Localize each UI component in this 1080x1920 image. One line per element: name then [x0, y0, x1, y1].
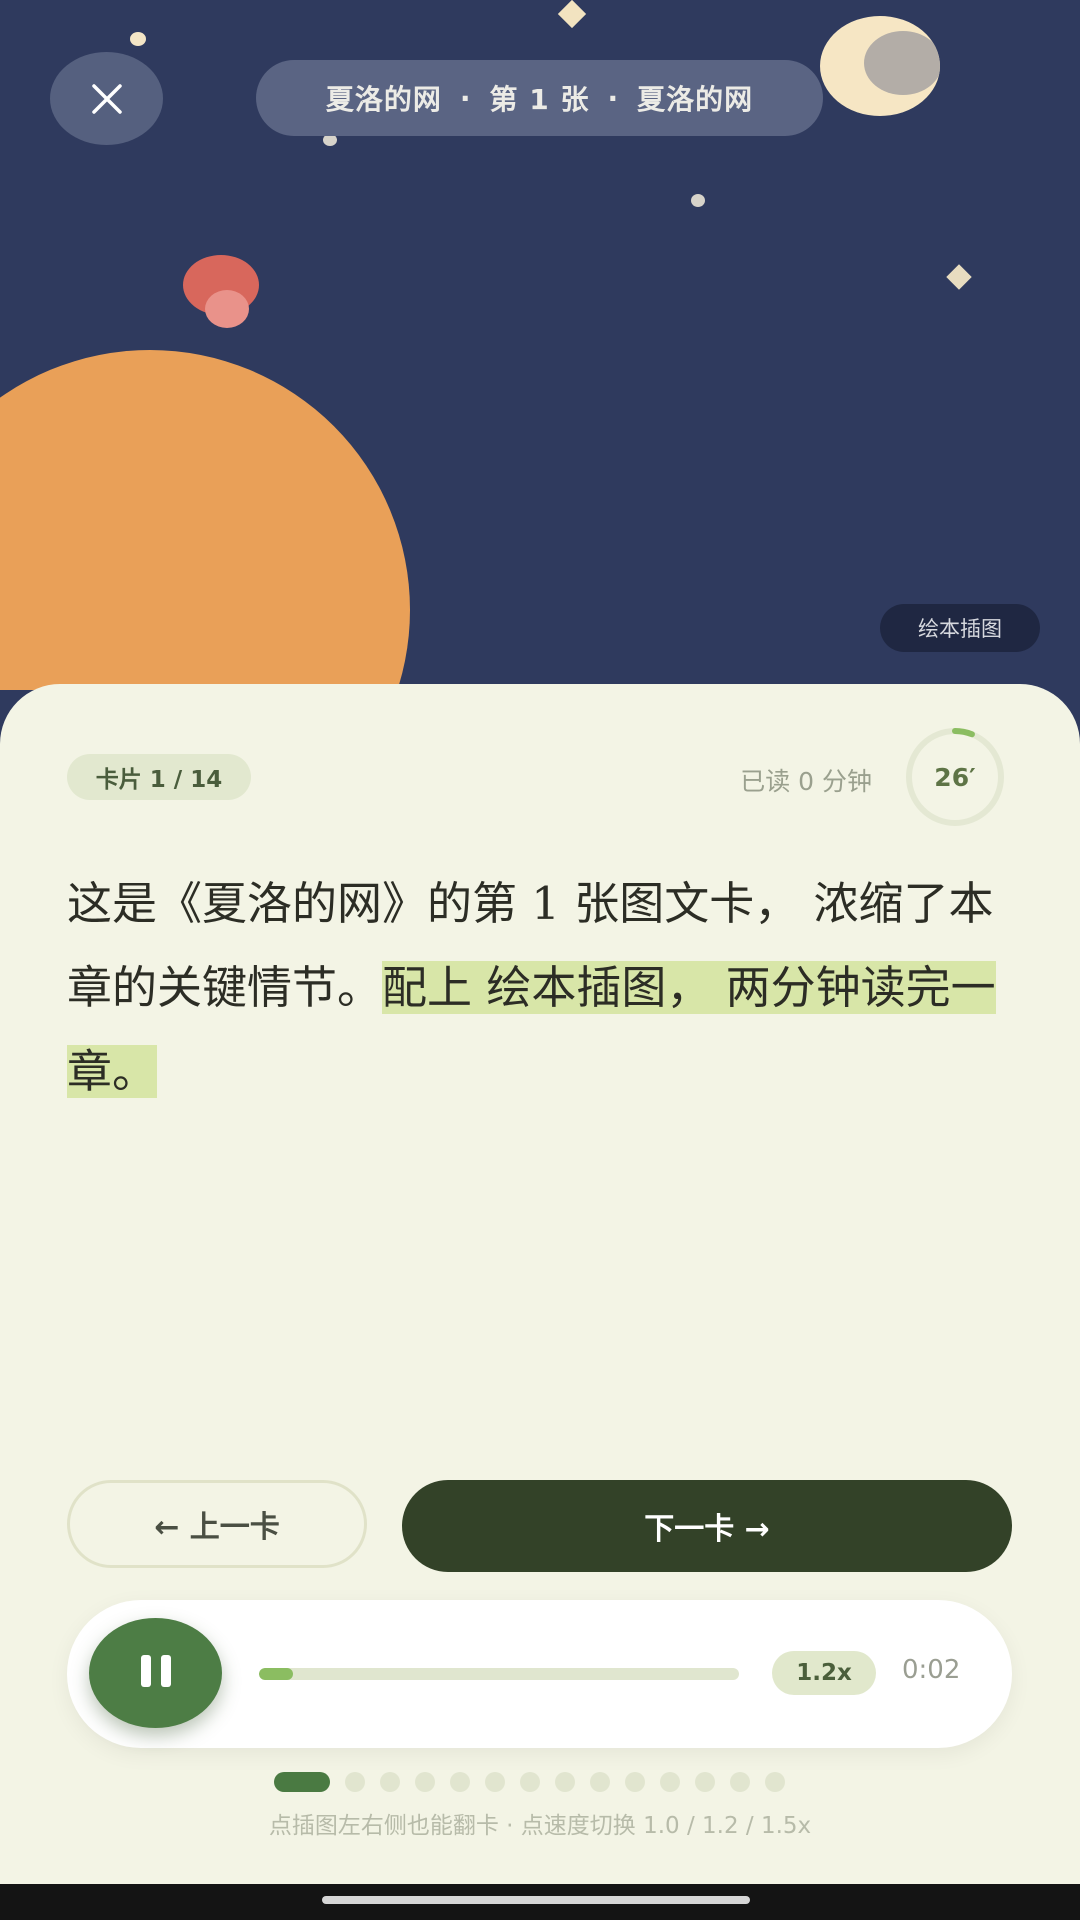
- chapter-title: 夏洛的网: [637, 83, 754, 116]
- book-title: 夏洛的网: [325, 83, 442, 116]
- ring-label: 26′: [934, 762, 976, 792]
- title-separator: ·: [607, 81, 620, 115]
- text-card: 卡片 1 / 14 已读 0 分钟 26′ 这是《夏洛的网》的第 1 张图文卡，…: [0, 684, 1080, 1884]
- pager-dot[interactable]: [625, 1772, 645, 1792]
- title-separator: ·: [459, 81, 472, 115]
- card-text: 这是《夏洛的网》的第 1 张图文卡， 浓缩了本章的关键情节。配上 绘本插图， 两…: [67, 862, 1017, 1114]
- pager-dot[interactable]: [695, 1772, 715, 1792]
- pager-dot[interactable]: [380, 1772, 400, 1792]
- pager-dot[interactable]: [485, 1772, 505, 1792]
- moon: [820, 16, 940, 116]
- close-icon: [91, 83, 122, 114]
- card-number-title: 第 1 张: [489, 83, 590, 116]
- system-nav-area: [0, 1884, 1080, 1920]
- card-counter: 卡片 1 / 14: [67, 754, 251, 800]
- pause-icon: [136, 1655, 176, 1691]
- star-decoration: [557, 0, 587, 29]
- illustration-badge: 绘本插图: [880, 604, 1040, 652]
- pager-dot[interactable]: [590, 1772, 610, 1792]
- pager-dot[interactable]: [450, 1772, 470, 1792]
- pager-dot[interactable]: [555, 1772, 575, 1792]
- hint-text: 点插图左右侧也能翻卡 · 点速度切换 1.0 / 1.2 / 1.5x: [268, 1813, 812, 1839]
- audio-player: 1.2x 0:02: [67, 1600, 1012, 1748]
- pager-dot[interactable]: [520, 1772, 540, 1792]
- elapsed-time: 0:02: [902, 1655, 961, 1685]
- read-time: 已读 0 分钟: [740, 767, 872, 796]
- pink-planet: [205, 290, 249, 328]
- audio-progress-fill: [259, 1668, 293, 1680]
- orange-planet: [0, 350, 410, 690]
- speed-toggle[interactable]: 1.2x: [772, 1651, 876, 1695]
- star-decoration: [946, 264, 972, 290]
- prev-card-button[interactable]: ← 上一卡: [67, 1480, 367, 1568]
- title-pill: 夏洛的网 · 第 1 张 · 夏洛的网: [256, 60, 823, 136]
- pager-dot[interactable]: [345, 1772, 365, 1792]
- pager-dots: [274, 1772, 785, 1792]
- pause-button[interactable]: [89, 1618, 222, 1728]
- pager-dot[interactable]: [415, 1772, 435, 1792]
- pager-dot[interactable]: [765, 1772, 785, 1792]
- next-card-button[interactable]: 下一卡 →: [402, 1480, 1012, 1572]
- audio-progress-bar[interactable]: [259, 1668, 739, 1680]
- home-indicator[interactable]: [322, 1896, 750, 1904]
- pager-dot[interactable]: [730, 1772, 750, 1792]
- close-button[interactable]: [50, 52, 163, 145]
- pager-dot-active[interactable]: [274, 1772, 330, 1792]
- star-decoration: [130, 32, 146, 46]
- star-decoration: [691, 194, 705, 207]
- pager-dot[interactable]: [660, 1772, 680, 1792]
